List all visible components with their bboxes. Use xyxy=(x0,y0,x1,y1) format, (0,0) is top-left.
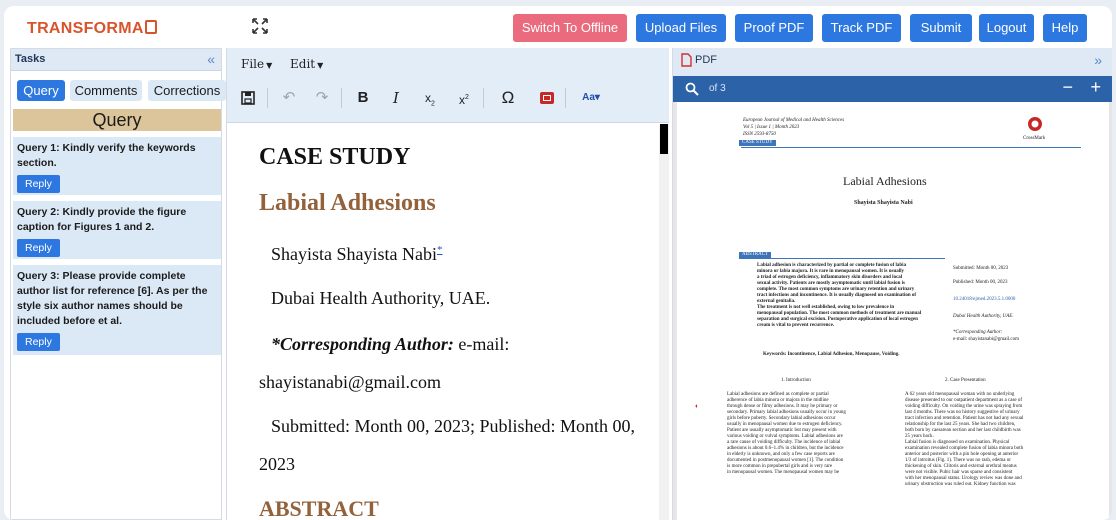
doc-author-name: Shayista Shayista Nabi xyxy=(271,244,437,264)
editor-scrollbar[interactable] xyxy=(659,124,669,520)
switch-offline-button[interactable]: Switch To Offline xyxy=(513,14,627,42)
pdf-annotation-icon[interactable]: ◐ xyxy=(695,402,699,410)
pdf-abstract: Labial adhesion is characterized by part… xyxy=(757,263,943,329)
tasks-panel: Tasks « Query Comments Corrections Query… xyxy=(10,48,226,520)
edit-menu[interactable]: Edit ▼ xyxy=(290,57,323,71)
pdf-issn: ISSN 2593-8750 xyxy=(743,132,776,137)
query-card: Query 1: Kindly verify the keywords sect… xyxy=(13,137,221,195)
pdf-column-left: Labial adhesions are defined as complete… xyxy=(727,392,895,476)
corr-suffix: e-mail: xyxy=(453,334,510,354)
file-menu[interactable]: File ▼ xyxy=(241,57,272,71)
pdf-navigation-bar: of 3 − + xyxy=(673,76,1112,102)
collapse-right-icon[interactable]: » xyxy=(1094,52,1102,68)
query-card: Query 2: Kindly provide the figure capti… xyxy=(13,201,221,259)
corr-label: *Corresponding Author: xyxy=(271,334,454,354)
pdf-panel-header: PDF » xyxy=(673,48,1112,76)
logout-button[interactable]: Logout xyxy=(979,14,1034,42)
save-icon[interactable] xyxy=(237,87,259,109)
reply-button[interactable]: Reply xyxy=(17,175,60,193)
pdf-published: Published: Month 00, 2023 xyxy=(953,280,1008,285)
redo-icon[interactable]: ↷ xyxy=(311,87,333,109)
logo-text: TRANSFORMA xyxy=(27,20,144,37)
pdf-section-case: 2. Case Presentation xyxy=(945,378,986,383)
pdf-side-corr: *Corresponding Author: xyxy=(953,330,1003,335)
pdf-icon xyxy=(681,53,692,67)
pdf-submitted: Submitted: Month 00, 2023 xyxy=(953,266,1009,271)
query-text: Query 2: Kindly provide the figure capti… xyxy=(17,206,187,233)
undo-icon[interactable]: ↶ xyxy=(278,87,300,109)
scrollbar-thumb[interactable] xyxy=(660,124,668,154)
pdf-column-right: A 62 years old menopausal woman with no … xyxy=(905,392,1073,488)
tasks-panel-header: Tasks « xyxy=(11,49,221,71)
upload-files-button[interactable]: Upload Files xyxy=(636,14,726,42)
tasks-title: Tasks xyxy=(15,53,46,65)
zoom-out-button[interactable]: − xyxy=(1062,77,1073,98)
edit-menu-label: Edit xyxy=(290,57,316,71)
query-text: Query 3: Please provide complete author … xyxy=(17,270,208,327)
doc-abstract-heading: ABSTRACT xyxy=(259,496,379,520)
superscript-icon[interactable]: x2 xyxy=(453,87,475,109)
reply-button[interactable]: Reply xyxy=(17,333,60,351)
pdf-title: Labial Adhesions xyxy=(843,174,927,188)
pdf-viewport[interactable]: European Journal of Medical and Health S… xyxy=(673,102,1112,520)
tab-comments[interactable]: Comments xyxy=(70,80,142,101)
crossmark-icon xyxy=(1028,117,1042,131)
pdf-abstract-line: cream is vital to prevent recurrence. xyxy=(757,323,835,328)
query-card: Query 3: Please provide complete author … xyxy=(13,265,221,355)
reply-button[interactable]: Reply xyxy=(17,239,60,257)
pdf-page: European Journal of Medical and Health S… xyxy=(677,102,1109,520)
logo: TRANSFORMA xyxy=(27,20,157,38)
editor-toolbar: File ▼ Edit ▼ ↶ ↷ B I x2 x2 Ω Aa▾ xyxy=(227,48,669,123)
font-size-icon[interactable]: Aa▾ xyxy=(577,87,605,109)
document-content[interactable]: CASE STUDY Labial Adhesions Shayista Sha… xyxy=(227,124,659,520)
doc-heading: CASE STUDY xyxy=(259,144,411,170)
help-button[interactable]: Help xyxy=(1043,14,1087,42)
pdf-body-line: in menopausal women. The menopausal wome… xyxy=(727,470,840,475)
pdf-side-email: e-mail: shayistanabi@gmail.com xyxy=(953,337,1019,342)
omega-icon[interactable]: Ω xyxy=(497,87,519,109)
pdf-body-line: urinary obstruction was ruled out. Kidne… xyxy=(905,482,1016,487)
subscript-icon[interactable]: x2 xyxy=(419,87,441,109)
doc-dates: Submitted: Month 00, 2023; Published: Mo… xyxy=(271,416,636,436)
pdf-publisher: CrossMark xyxy=(1023,136,1046,141)
doc-email: shayistanabi@gmail.com xyxy=(259,372,442,392)
fullscreen-icon[interactable] xyxy=(252,18,268,34)
collapse-left-icon[interactable]: « xyxy=(207,51,215,67)
doc-title: Labial Adhesions xyxy=(259,190,436,216)
query-section-title: Query xyxy=(13,109,221,131)
track-pdf-button[interactable]: Track PDF xyxy=(822,14,901,42)
top-bar: TRANSFORMA Switch To Offline Upload File… xyxy=(4,6,1112,46)
proof-pdf-button[interactable]: Proof PDF xyxy=(735,14,813,42)
italic-icon[interactable]: I xyxy=(385,87,407,109)
search-icon[interactable] xyxy=(685,82,699,96)
pdf-keywords: Keywords: Incontinence, Labial Adhesion,… xyxy=(763,352,900,357)
doc-affiliation: Dubai Health Authority, UAE. xyxy=(271,288,491,308)
query-text: Query 1: Kindly verify the keywords sect… xyxy=(17,142,196,169)
tab-query[interactable]: Query xyxy=(17,80,65,101)
logo-mark-icon xyxy=(144,20,157,34)
doc-author: Shayista Shayista Nabi* xyxy=(271,244,442,265)
pdf-volume: Vol 5 | Issue 1 | Month 2023 xyxy=(743,125,800,130)
author-mark[interactable]: * xyxy=(437,244,443,256)
pdf-doi[interactable]: 10.24018/ejmed.2023.5.1.0000 xyxy=(953,297,1015,303)
pdf-section-intro: 1. Introduction xyxy=(781,378,811,383)
tab-corrections[interactable]: Corrections xyxy=(148,80,226,101)
pdf-case-study-badge: CASE STUDY xyxy=(739,140,776,146)
zoom-in-button[interactable]: + xyxy=(1090,77,1101,98)
doc-corresponding: *Corresponding Author: e-mail: xyxy=(271,334,509,355)
pdf-panel: PDF » of 3 − + European Journal of Medic… xyxy=(672,48,1112,520)
doc-dates-year: 2023 xyxy=(259,454,295,474)
app-frame: TRANSFORMA Switch To Offline Upload File… xyxy=(4,6,1112,520)
file-menu-label: File xyxy=(241,57,265,71)
media-icon[interactable] xyxy=(536,87,558,109)
bold-icon[interactable]: B xyxy=(352,87,374,109)
submit-button[interactable]: Submit xyxy=(910,14,972,42)
page-count: of 3 xyxy=(709,83,726,94)
pdf-side-affiliation: Dubai Health Authority, UAE. xyxy=(953,314,1014,319)
pdf-author: Shayista Shayista Nabi xyxy=(854,200,913,206)
editor-panel: File ▼ Edit ▼ ↶ ↷ B I x2 x2 Ω Aa▾ CASE STU… xyxy=(226,48,669,520)
pdf-journal: European Journal of Medical and Health S… xyxy=(743,118,845,123)
pdf-label: PDF xyxy=(695,54,717,66)
